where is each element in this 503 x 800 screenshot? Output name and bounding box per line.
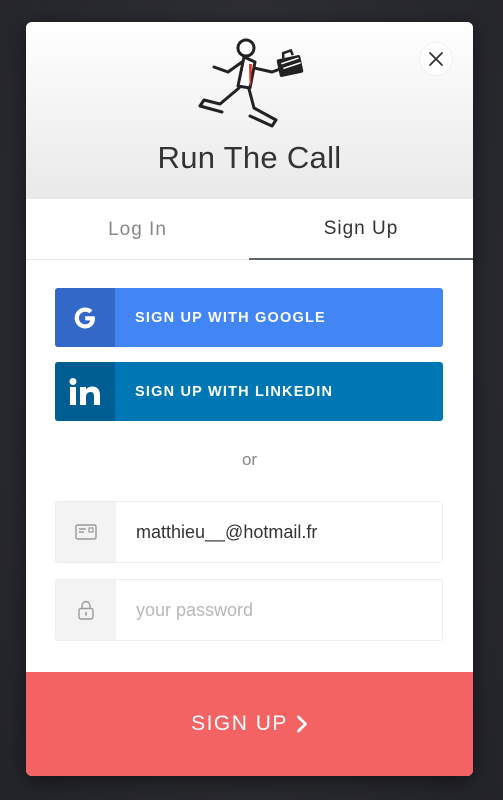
or-divider: or xyxy=(241,450,258,469)
auth-tabs: Log In Sign Up xyxy=(26,199,473,260)
google-signup-button[interactable]: SIGN UP WITH GOOGLE xyxy=(55,288,443,347)
tab-sign-up[interactable]: Sign Up xyxy=(249,199,473,260)
google-icon xyxy=(55,288,115,347)
linkedin-signup-label: SIGN UP WITH LINKEDIN xyxy=(135,383,334,400)
app-title: Run The Call xyxy=(157,140,342,175)
chevron-right-icon xyxy=(296,715,308,733)
linkedin-icon xyxy=(55,362,115,421)
lock-icon xyxy=(56,580,116,640)
sign-up-submit-label: SIGN UP xyxy=(191,712,288,735)
signup-modal: Run The Call Log In Sign Up SIGN UP WITH… xyxy=(26,22,473,776)
sign-up-submit-button[interactable]: SIGN UP xyxy=(26,672,473,776)
modal-header: Run The Call xyxy=(26,22,473,199)
google-signup-label: SIGN UP WITH GOOGLE xyxy=(135,309,326,326)
email-card-icon xyxy=(56,502,116,562)
linkedin-signup-button[interactable]: SIGN UP WITH LINKEDIN xyxy=(55,362,443,421)
running-businessman-icon xyxy=(198,38,304,128)
email-input[interactable] xyxy=(116,502,442,562)
password-input[interactable] xyxy=(116,580,442,640)
password-field xyxy=(55,579,443,641)
tab-log-in[interactable]: Log In xyxy=(26,199,249,260)
email-field xyxy=(55,501,443,563)
close-button[interactable] xyxy=(420,43,452,75)
close-icon xyxy=(429,52,443,66)
